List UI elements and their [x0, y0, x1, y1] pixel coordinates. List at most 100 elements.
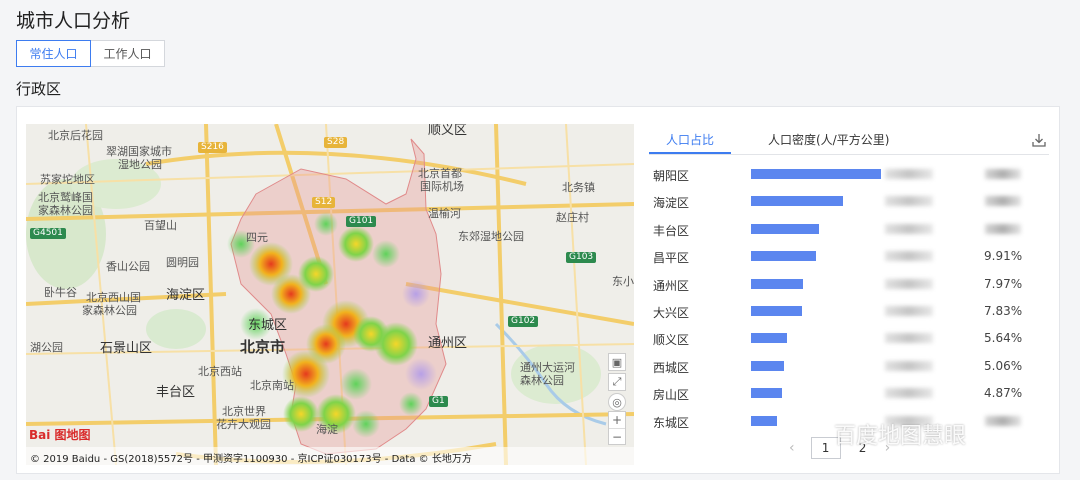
map-label: 北京南站 — [250, 379, 294, 392]
district-name: 房山区 — [653, 388, 690, 403]
list-item[interactable]: 通州区 7.97% — [649, 275, 1049, 295]
map-label: 翠湖国家城市 — [106, 145, 172, 158]
map-label: 海淀区 — [166, 288, 206, 303]
map-label: 东郊湿地公园 — [458, 230, 524, 243]
download-icon[interactable] — [1031, 132, 1047, 148]
district-name: 顺义区 — [653, 333, 690, 348]
map-label: 家森林公园 — [38, 204, 93, 217]
prev-page-button[interactable]: ‹ — [789, 440, 795, 456]
population-value-redacted — [885, 196, 933, 207]
district-ranking-panel: 人口占比 人口密度(人/平方公里) 朝阳区海淀区丰台区昌平区 9.91% 通州区 7.… — [649, 124, 1049, 465]
population-value-redacted — [885, 360, 933, 371]
map-label: 石景山区 — [100, 341, 153, 356]
share-bar — [751, 223, 819, 234]
map-label: 花卉大观园 — [216, 418, 271, 431]
fullscreen-icon[interactable]: ⤢ — [608, 373, 626, 391]
district-name: 朝阳区 — [653, 169, 690, 183]
share-bar — [751, 169, 881, 179]
share-percent: 5.06% — [984, 358, 1023, 373]
map-label: 圆明园 — [166, 256, 199, 269]
forest-area — [146, 309, 206, 349]
map-label: 北京首都 — [418, 167, 462, 180]
list-item[interactable]: 海淀区 — [649, 192, 1049, 212]
map-label: 湖公园 — [30, 341, 63, 354]
share-bar — [751, 251, 816, 262]
zoom-out-button[interactable]: − — [609, 428, 625, 444]
share-bar — [751, 360, 784, 371]
map-label: 温榆河 — [428, 207, 461, 220]
share-percent: 4.87% — [984, 386, 1023, 401]
share-bar — [751, 196, 844, 207]
map-label: 顺义区 — [428, 124, 468, 138]
zoom-control: + − — [608, 411, 626, 445]
watermark: 百度地图慧眼 — [834, 424, 967, 449]
map-label: 北京西站 — [198, 365, 242, 378]
map-label: 香山公园 — [106, 260, 150, 273]
map-label: 丰台区 — [156, 385, 196, 400]
map-label: 赵庄村 — [556, 211, 589, 224]
district-name: 东城区 — [653, 415, 690, 430]
road-shield: S28 — [324, 137, 348, 148]
share-percent: 7.97% — [984, 276, 1023, 291]
share-percent-redacted — [985, 223, 1021, 234]
map-label: 家森林公园 — [82, 304, 137, 317]
district-name: 通州区 — [653, 278, 690, 293]
map-label: 海淀 — [316, 423, 338, 436]
share-bar — [751, 306, 802, 316]
heatmap-map[interactable]: 北京后花园 翠湖国家城市 湿地公园 苏家坨地区 北京鹫峰国 家森林公园 百望山 … — [26, 124, 634, 465]
share-percent: 9.91% — [984, 249, 1023, 264]
map-label: 卧牛谷 — [44, 286, 77, 299]
map-label: 北京市 — [240, 338, 286, 356]
tab-population-share[interactable]: 人口占比 — [666, 131, 714, 148]
section-label: 行政区 — [16, 80, 62, 98]
list-item[interactable]: 大兴区 7.83% — [649, 302, 1049, 322]
population-value-redacted — [885, 306, 933, 316]
list-item[interactable]: 丰台区 — [649, 220, 1049, 240]
road-shield: S12 — [312, 197, 336, 208]
list-item[interactable]: 朝阳区 — [649, 165, 1049, 185]
road-shield: G1 — [429, 396, 448, 407]
district-name: 西城区 — [653, 360, 690, 375]
share-percent-redacted — [985, 415, 1021, 426]
share-percent-redacted — [985, 196, 1021, 207]
share-bar — [751, 333, 788, 344]
page-title: 城市人口分析 — [16, 10, 131, 32]
share-percent-redacted — [985, 169, 1021, 179]
tab-working-population[interactable]: 工作人口 — [91, 40, 165, 67]
district-name: 海淀区 — [653, 196, 690, 211]
district-name: 丰台区 — [653, 223, 690, 238]
share-bar — [751, 388, 783, 399]
share-bar — [751, 415, 777, 426]
population-value-redacted — [885, 333, 933, 344]
map-label: 北京世界 — [222, 405, 266, 418]
map-label: 北京西山国 — [86, 291, 141, 304]
list-item[interactable]: 房山区 4.87% — [649, 384, 1049, 404]
map-label: 北京后花园 — [48, 129, 103, 142]
road-shield: G103 — [566, 252, 597, 263]
locate-icon[interactable]: ◎ — [608, 393, 626, 411]
tab-population-density[interactable]: 人口密度(人/平方公里) — [768, 131, 889, 148]
ranking-tabs: 人口占比 人口密度(人/平方公里) — [649, 124, 1049, 155]
active-tab-indicator — [649, 152, 731, 154]
list-item[interactable]: 昌平区 9.91% — [649, 247, 1049, 267]
share-percent: 5.64% — [984, 331, 1023, 346]
map-label: 通州区 — [428, 336, 468, 351]
road-shield: S216 — [198, 142, 227, 153]
map-label: 东小屯 — [612, 275, 634, 288]
zoom-in-button[interactable]: + — [609, 412, 625, 428]
population-type-tabs: 常住人口 工作人口 — [16, 40, 165, 67]
share-bar — [751, 278, 803, 289]
map-label: 四元 — [246, 231, 268, 244]
road-shield: G102 — [508, 316, 539, 327]
tab-resident-population[interactable]: 常住人口 — [16, 40, 91, 67]
population-value-redacted — [885, 169, 933, 179]
population-value-redacted — [885, 278, 933, 289]
share-percent: 7.83% — [984, 304, 1023, 318]
road-shield: G4501 — [30, 228, 66, 239]
map-label: 百望山 — [144, 219, 177, 232]
list-item[interactable]: 顺义区 5.64% — [649, 329, 1049, 349]
population-value-redacted — [885, 388, 933, 399]
map-label: 苏家坨地区 — [40, 173, 95, 186]
map-layer-icon[interactable]: ▣ — [608, 353, 626, 371]
list-item[interactable]: 西城区 5.06% — [649, 357, 1049, 377]
